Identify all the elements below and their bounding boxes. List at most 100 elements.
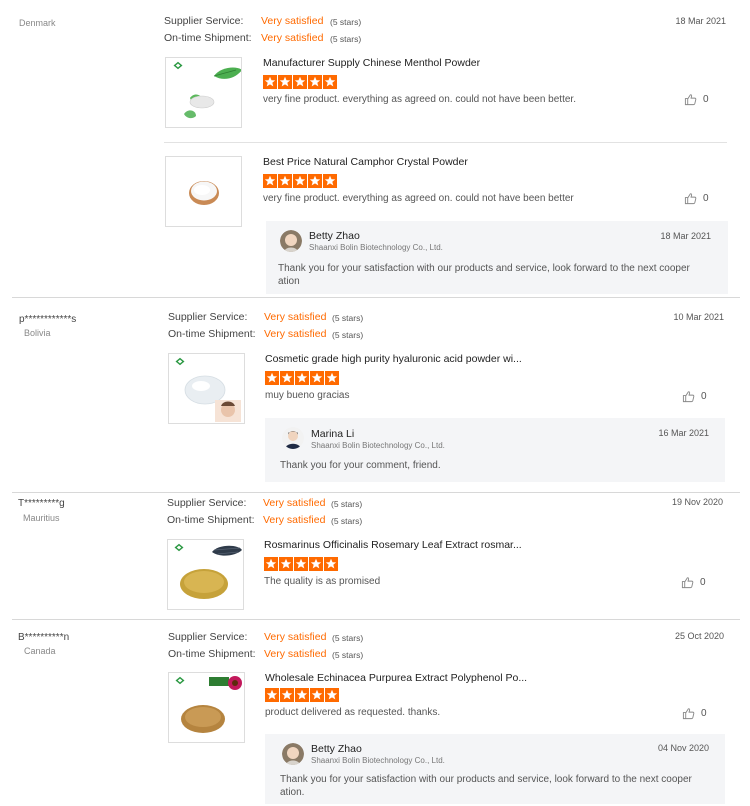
thumbs-up-icon (682, 390, 695, 403)
like-button[interactable]: 0 (684, 192, 709, 205)
star-icon (323, 174, 337, 188)
echinacea-product-image[interactable] (168, 672, 245, 743)
ontime-shipment-stars: (5 stars) (332, 650, 364, 660)
like-button[interactable]: 0 (682, 390, 707, 403)
star-icon (280, 371, 294, 385)
reply-company: Shaanxi Bolin Biotechnology Co., Ltd. (311, 441, 445, 450)
reply-author: Betty Zhao (309, 230, 360, 242)
buyer-country: Denmark (19, 18, 56, 28)
product-name[interactable]: Best Price Natural Camphor Crystal Powde… (263, 156, 468, 168)
review-comment: The quality is as promised (264, 576, 381, 587)
star-icon (279, 557, 293, 571)
product-name[interactable]: Wholesale Echinacea Purpurea Extract Pol… (265, 672, 527, 684)
reply-text: Thank you for your comment, friend. (280, 460, 441, 471)
thumbs-up-icon (684, 93, 697, 106)
buyer-name: p************s (19, 314, 77, 325)
star-icon (264, 557, 278, 571)
thumbs-up-icon (684, 192, 697, 205)
supplier-service-value: Very satisfied (263, 497, 326, 509)
ontime-shipment-label: On-time Shipment: (164, 32, 252, 44)
star-icon (308, 174, 322, 188)
ontime-shipment-label: On-time Shipment: (168, 328, 256, 340)
like-count: 0 (703, 94, 709, 105)
like-count: 0 (703, 193, 709, 204)
star-icon (278, 75, 292, 89)
reply-text-wrap: ation. (280, 787, 305, 798)
reply-text-wrap: ation (278, 276, 300, 287)
star-icon (265, 688, 279, 702)
thumbs-up-icon (682, 707, 695, 720)
like-count: 0 (700, 577, 706, 588)
thumbs-up-icon (681, 576, 694, 589)
supplier-service-label: Supplier Service: (164, 15, 244, 27)
star-icon (295, 371, 309, 385)
review-comment: muy bueno gracias (265, 390, 350, 401)
reply-author: Marina Li (311, 428, 355, 440)
reply-text: Thank you for your satisfaction with our… (280, 774, 692, 785)
star-icon (294, 557, 308, 571)
product-name[interactable]: Cosmetic grade high purity hyaluronic ac… (265, 353, 522, 365)
buyer-country: Canada (24, 646, 56, 656)
ontime-shipment-stars: (5 stars) (332, 330, 364, 340)
ontime-shipment-value: Very satisfied (264, 328, 327, 340)
like-button[interactable]: 0 (682, 707, 707, 720)
rosemary-product-image[interactable] (167, 539, 244, 610)
supplier-service-label: Supplier Service: (167, 497, 247, 509)
buyer-name: T*********g (18, 498, 65, 509)
reply-text: Thank you for your satisfaction with our… (278, 263, 690, 274)
camphor-product-image[interactable] (165, 156, 242, 227)
ontime-shipment-value: Very satisfied (263, 514, 326, 526)
star-icon (324, 557, 338, 571)
star-icon (293, 75, 307, 89)
reply-company: Shaanxi Bolin Biotechnology Co., Ltd. (309, 243, 443, 252)
like-count: 0 (701, 391, 707, 402)
star-icon (265, 371, 279, 385)
star-icon (310, 688, 324, 702)
reply-date: 16 Mar 2021 (658, 428, 709, 438)
reply-author: Betty Zhao (311, 743, 362, 755)
ontime-shipment-label: On-time Shipment: (167, 514, 255, 526)
supplier-service-stars: (5 stars) (330, 17, 362, 27)
rating-stars (263, 174, 337, 188)
star-icon (278, 174, 292, 188)
review-date: 19 Nov 2020 (671, 497, 723, 507)
ontime-shipment-value: Very satisfied (261, 32, 324, 44)
ontime-shipment-label: On-time Shipment: (168, 648, 256, 660)
supplier-service-label: Supplier Service: (168, 631, 248, 643)
rating-stars (263, 75, 337, 89)
reply-company: Shaanxi Bolin Biotechnology Co., Ltd. (311, 756, 445, 765)
hyaluronic-product-image[interactable] (168, 353, 245, 424)
review-date: 25 Oct 2020 (674, 631, 724, 641)
supplier-service-value: Very satisfied (264, 311, 327, 323)
supplier-service-value: Very satisfied (264, 631, 327, 643)
star-icon (310, 371, 324, 385)
like-button[interactable]: 0 (684, 93, 709, 106)
buyer-country: Bolivia (24, 328, 51, 338)
review-comment: product delivered as requested. thanks. (265, 707, 441, 718)
reply-date: 04 Nov 2020 (657, 743, 709, 753)
review-separator (12, 492, 740, 493)
supplier-service-label: Supplier Service: (168, 311, 248, 323)
star-icon (308, 75, 322, 89)
like-count: 0 (701, 708, 707, 719)
supplier-service-value: Very satisfied (261, 15, 324, 27)
product-name[interactable]: Manufacturer Supply Chinese Menthol Powd… (263, 57, 480, 69)
buyer-country: Mauritius (23, 513, 60, 523)
review-date: 10 Mar 2021 (673, 312, 724, 322)
like-button[interactable]: 0 (681, 576, 706, 589)
buyer-name: B**********n (18, 632, 70, 643)
item-divider (164, 142, 727, 143)
product-name[interactable]: Rosmarinus Officinalis Rosemary Leaf Ext… (264, 539, 522, 551)
star-icon (325, 371, 339, 385)
review-comment: very fine product. everything as agreed … (263, 94, 576, 105)
star-icon (295, 688, 309, 702)
review-separator (12, 619, 740, 620)
rating-stars (264, 557, 338, 571)
supplier-service-stars: (5 stars) (332, 313, 364, 323)
avatar (282, 427, 304, 449)
star-icon (323, 75, 337, 89)
ontime-shipment-stars: (5 stars) (330, 34, 362, 44)
reply-date: 18 Mar 2021 (660, 231, 711, 241)
star-icon (280, 688, 294, 702)
menthol-product-image[interactable] (165, 57, 242, 128)
